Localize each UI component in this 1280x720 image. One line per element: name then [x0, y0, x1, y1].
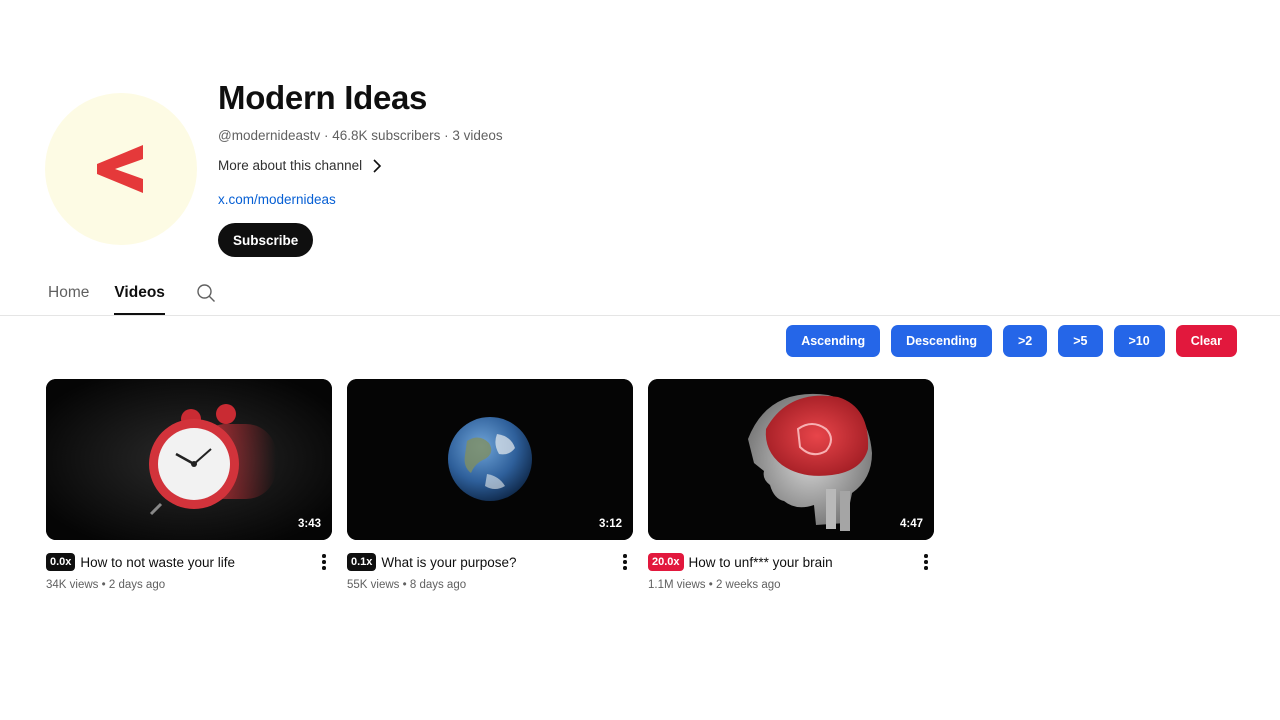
channel-avatar	[45, 93, 197, 245]
clear-button[interactable]: Clear	[1175, 325, 1237, 357]
video-title-row: 0.1x What is your purpose?	[347, 553, 633, 571]
more-options-icon[interactable]	[617, 553, 633, 571]
meta-dot: •	[101, 579, 109, 591]
subscriber-count: 46.8K subscribers	[332, 128, 441, 143]
filter-gt5-button[interactable]: >5	[1058, 325, 1103, 357]
video-age: 2 weeks ago	[715, 579, 781, 591]
more-about-channel-link[interactable]: More about this channel	[218, 157, 503, 175]
ascending-button[interactable]: Ascending	[786, 325, 881, 357]
video-title[interactable]: How to unf*** your brain	[689, 555, 918, 570]
brain-xray-icon	[648, 379, 934, 540]
filter-gt2-button[interactable]: >2	[1002, 325, 1048, 357]
video-thumbnail[interactable]: 3:12	[347, 379, 633, 540]
video-views: 34K views	[46, 579, 99, 591]
video-thumbnail[interactable]: 4:47	[648, 379, 934, 540]
channel-meta: @modernideastv · 46.8K subscribers · 3 v…	[218, 127, 503, 145]
filter-toolbar: Ascending Descending >2 >5 >10 Clear	[786, 325, 1237, 357]
descending-button[interactable]: Descending	[891, 325, 992, 357]
video-grid: 3:43 0.0x How to not waste your life 34K…	[46, 379, 934, 591]
video-meta: 1.1M views • 2 weeks ago	[648, 579, 934, 591]
channel-external-link[interactable]: x.com/modernideas	[218, 191, 503, 209]
channel-title: Modern Ideas	[218, 79, 428, 116]
video-duration: 4:47	[899, 518, 923, 530]
subscribe-button[interactable]: Subscribe	[218, 223, 314, 257]
chevron-right-icon	[373, 159, 382, 173]
video-title[interactable]: What is your purpose?	[381, 555, 617, 570]
video-views: 1.1M views	[648, 579, 706, 591]
video-age: 8 days ago	[409, 579, 467, 591]
channel-tabs: Home Videos	[48, 282, 216, 315]
video-card: 3:12 0.1x What is your purpose? 55K view…	[347, 379, 633, 591]
less-than-logo-icon	[97, 145, 143, 193]
video-count: 3 videos	[452, 128, 503, 143]
more-about-label: More about this channel	[218, 158, 363, 173]
meta-dot: •	[708, 579, 716, 591]
filter-gt10-button[interactable]: >10	[1113, 325, 1165, 357]
video-views: 55K views	[347, 579, 400, 591]
video-title-row: 20.0x How to unf*** your brain	[648, 553, 934, 571]
video-duration: 3:43	[297, 518, 321, 530]
tab-home[interactable]: Home	[48, 282, 89, 315]
video-age: 2 days ago	[108, 579, 166, 591]
meta-dot: •	[402, 579, 410, 591]
channel-info: Modern Ideas @modernideastv · 46.8K subs…	[218, 78, 503, 257]
speed-badge: 0.0x	[46, 553, 76, 571]
video-card: 4:47 20.0x How to unf*** your brain 1.1M…	[648, 379, 934, 591]
earth-icon	[347, 379, 633, 540]
video-thumbnail[interactable]: 3:43	[46, 379, 332, 540]
video-duration: 3:12	[598, 518, 622, 530]
tabs-divider	[0, 315, 1280, 316]
speed-badge: 20.0x	[648, 553, 684, 571]
video-title-row: 0.0x How to not waste your life	[46, 553, 332, 571]
search-icon[interactable]	[196, 283, 216, 308]
video-card: 3:43 0.0x How to not waste your life 34K…	[46, 379, 332, 591]
more-options-icon[interactable]	[918, 553, 934, 571]
more-options-icon[interactable]	[316, 553, 332, 571]
video-title[interactable]: How to not waste your life	[80, 555, 316, 570]
tab-videos[interactable]: Videos	[114, 282, 165, 315]
speed-badge: 0.1x	[347, 553, 377, 571]
channel-handle: @modernideastv	[218, 128, 321, 143]
alarm-clock-icon	[46, 379, 332, 540]
video-meta: 34K views • 2 days ago	[46, 579, 332, 591]
video-meta: 55K views • 8 days ago	[347, 579, 633, 591]
